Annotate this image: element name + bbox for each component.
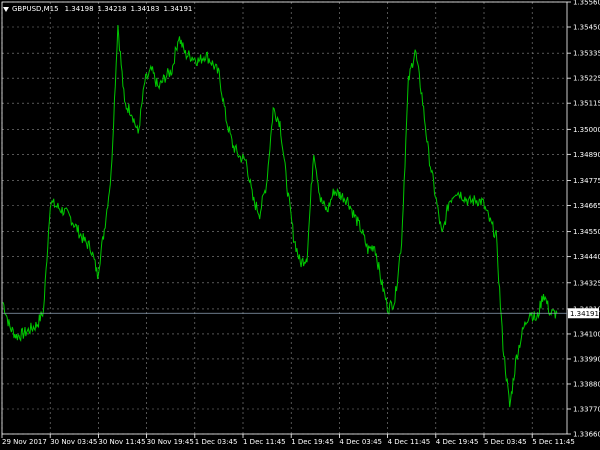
symbol-timeframe: GBPUSD,M15 bbox=[12, 5, 59, 13]
price-axis-label: 1.33880 bbox=[573, 380, 600, 388]
high-value: 1.34218 bbox=[97, 5, 127, 13]
low-value: 1.34183 bbox=[130, 5, 160, 13]
time-axis-label: 1 Dec 19:45 bbox=[291, 438, 334, 446]
time-axis-label: 4 Dec 19:45 bbox=[436, 438, 479, 446]
time-axis-label: 4 Dec 11:45 bbox=[388, 438, 431, 446]
time-axis-label: 5 Dec 11:45 bbox=[532, 438, 575, 446]
price-line bbox=[2, 24, 558, 408]
price-axis-label: 1.33770 bbox=[573, 405, 600, 413]
time-axis-label: 4 Dec 03:45 bbox=[339, 438, 382, 446]
bid-price-label: 1.34191 bbox=[570, 310, 599, 318]
price-axis-label: 1.35335 bbox=[573, 50, 600, 58]
price-axis-label: 1.34665 bbox=[573, 202, 600, 210]
price-axis-label: 1.34440 bbox=[573, 253, 600, 261]
time-axis-label: 30 Nov 19:45 bbox=[147, 438, 194, 446]
price-axis-label: 1.35225 bbox=[573, 75, 600, 83]
price-axis-label: 1.34890 bbox=[573, 151, 600, 159]
time-axis-label: 29 Nov 2017 bbox=[2, 438, 47, 446]
time-axis-label: 1 Dec 11:45 bbox=[243, 438, 286, 446]
price-chart[interactable]: 1.35560 1.35450 1.35335 1.35225 1.35115 1.350… bbox=[0, 0, 600, 450]
dropdown-arrow-icon[interactable] bbox=[3, 6, 9, 12]
time-axis-label: 1 Dec 03:45 bbox=[195, 438, 238, 446]
chart-header: GBPUSD,M15 1.34198 1.34218 1.34183 1.341… bbox=[0, 2, 196, 16]
plot-frame bbox=[1, 1, 568, 435]
price-axis-label: 1.35450 bbox=[573, 24, 600, 32]
price-axis-label: 1.35000 bbox=[573, 126, 600, 134]
time-axis-label: 30 Nov 11:45 bbox=[98, 438, 145, 446]
price-axis-label: 1.34325 bbox=[573, 279, 600, 287]
price-axis-label: 1.35115 bbox=[573, 100, 600, 108]
close-value: 1.34191 bbox=[163, 5, 193, 13]
price-axis-label: 1.34100 bbox=[573, 330, 600, 338]
open-value: 1.34198 bbox=[64, 5, 94, 13]
price-axis-label: 1.33990 bbox=[573, 355, 600, 363]
price-axis-label: 1.34550 bbox=[573, 228, 600, 236]
chart-window[interactable]: 1.35560 1.35450 1.35335 1.35225 1.35115 1.350… bbox=[0, 0, 600, 450]
price-axis-label: 1.33660 bbox=[573, 431, 600, 439]
time-axis-label: 30 Nov 03:45 bbox=[50, 438, 97, 446]
time-axis-label: 5 Dec 03:45 bbox=[484, 438, 527, 446]
price-axis-label: 1.35560 bbox=[573, 0, 600, 7]
price-axis-label: 1.34775 bbox=[573, 177, 600, 185]
